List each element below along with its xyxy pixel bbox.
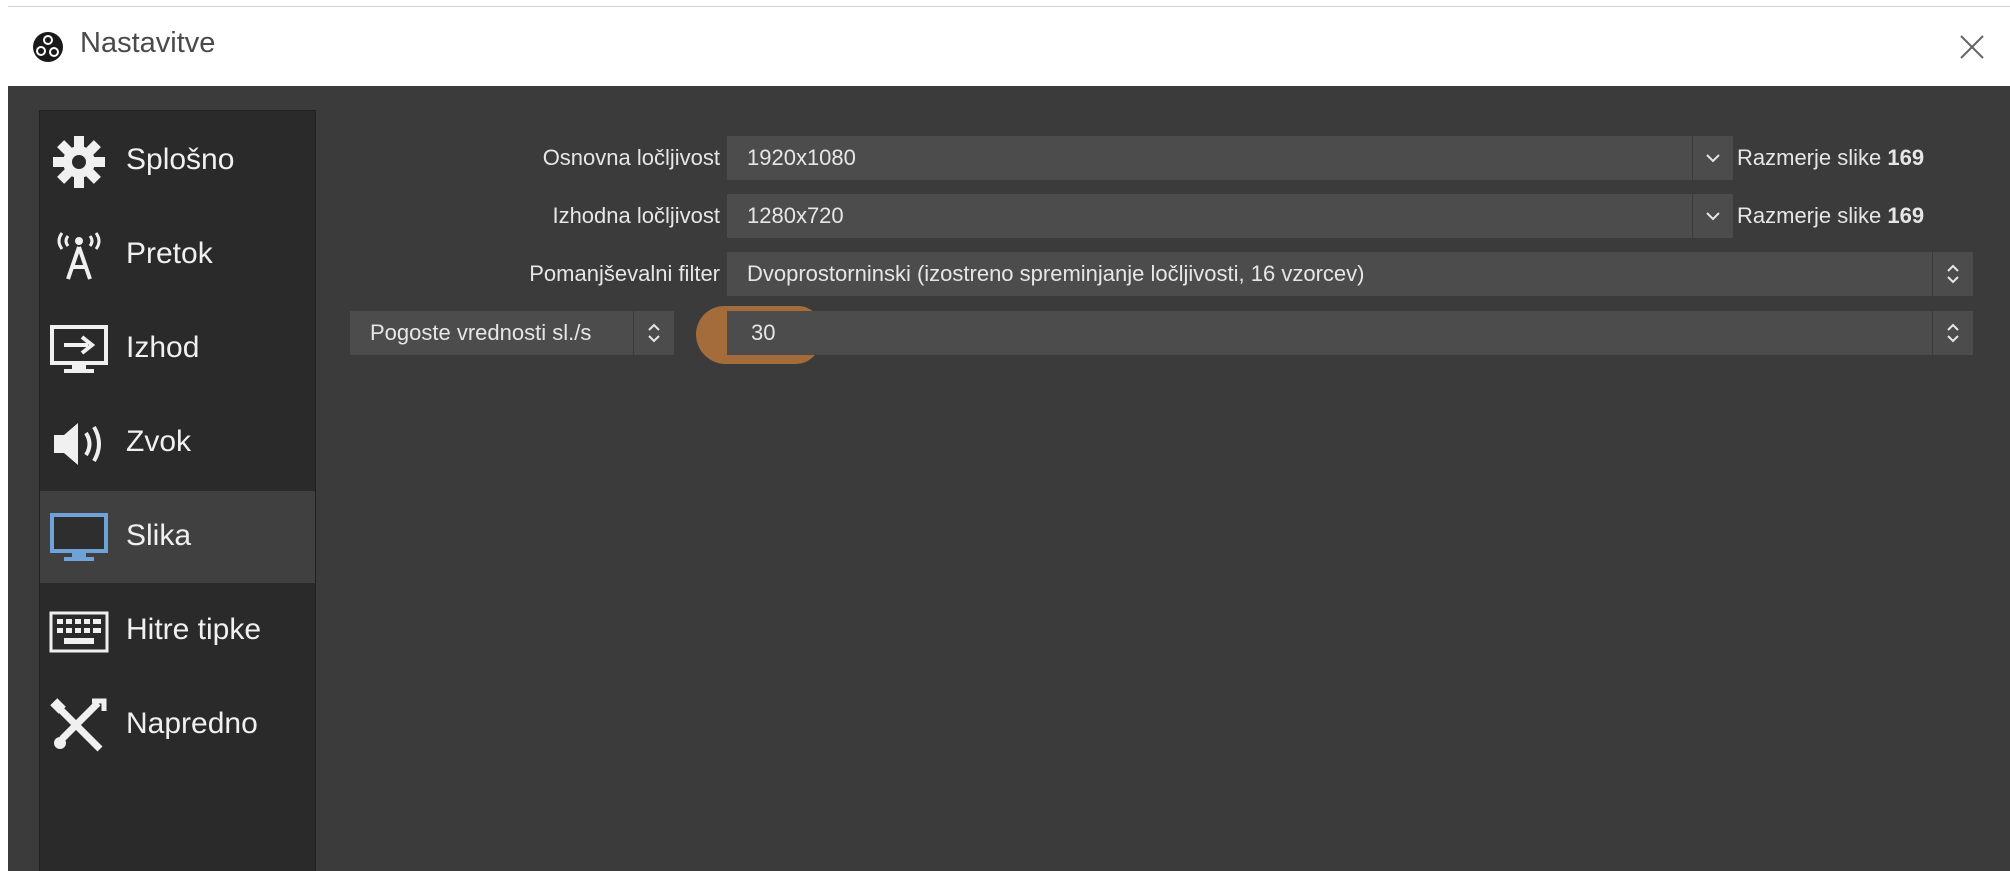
sidebar-item-output[interactable]: Izhod — [40, 303, 315, 395]
aspect-ratio-value: 169 — [1887, 203, 1925, 228]
obs-logo-icon — [33, 32, 63, 62]
sidebar-item-advanced[interactable]: Napredno — [40, 679, 315, 771]
aspect-ratio-label: Razmerje slike — [1737, 145, 1882, 170]
updown-icon — [633, 311, 660, 355]
keyboard-icon — [49, 611, 109, 653]
output-aspect-ratio: Razmerje slike 169 — [1737, 203, 1924, 229]
downscale-filter-value: Dvoprostorninski (izostreno spreminjanje… — [747, 261, 1365, 286]
sidebar-item-label: Napredno — [126, 707, 258, 740]
sidebar-item-general[interactable]: Splošno — [40, 115, 315, 207]
sidebar-item-label: Hitre tipke — [126, 613, 262, 646]
chevron-down-icon — [1692, 136, 1733, 180]
downscale-filter-label: Pomanjševalni filter — [529, 261, 720, 286]
updown-icon — [1932, 311, 1959, 355]
updown-icon — [1932, 252, 1973, 296]
fps-type-value: Pogoste vrednosti sl./s — [370, 320, 592, 345]
output-resolution-combo[interactable]: 1280x720 — [727, 194, 1733, 238]
sidebar-item-label: Slika — [126, 519, 192, 552]
output-resolution-label: Izhodna ločljivost — [552, 203, 720, 228]
tools-icon — [50, 698, 107, 752]
monitor-icon — [50, 513, 108, 561]
downscale-filter-combo[interactable]: Dvoprostorninski (izostreno spreminjanje… — [727, 252, 1973, 296]
base-resolution-combo[interactable]: 1920x1080 — [727, 136, 1733, 180]
output-resolution-value: 1280x720 — [747, 203, 844, 228]
aspect-ratio-label: Razmerje slike — [1737, 203, 1882, 228]
window-edge — [0, 86, 8, 871]
settings-sidebar: Splošno Pretok Izhod Zvok Slika Hitre ti… — [39, 110, 316, 871]
close-icon[interactable] — [1952, 27, 1992, 67]
fps-type-combo[interactable]: Pogoste vrednosti sl./s — [350, 311, 674, 355]
antenna-icon — [57, 232, 101, 280]
sidebar-item-audio[interactable]: Zvok — [40, 397, 315, 489]
fps-value: 30 — [751, 320, 776, 345]
output-monitor-icon — [50, 325, 108, 373]
base-aspect-ratio: Razmerje slike 169 — [1737, 145, 1924, 171]
sidebar-item-label: Zvok — [126, 425, 192, 458]
sidebar-item-video[interactable]: Slika — [40, 491, 315, 583]
sidebar-item-hotkeys[interactable]: Hitre tipke — [40, 585, 315, 677]
aspect-ratio-value: 169 — [1887, 145, 1925, 170]
sidebar-item-label: Pretok — [126, 237, 213, 270]
sidebar-item-stream[interactable]: Pretok — [40, 209, 315, 301]
chevron-down-icon — [1692, 194, 1733, 238]
base-resolution-label: Osnovna ločljivost — [542, 145, 720, 170]
speaker-icon — [54, 423, 101, 465]
window-title: Nastavitve — [80, 27, 216, 59]
base-resolution-value: 1920x1080 — [747, 145, 856, 170]
gear-icon — [53, 136, 105, 188]
title-bar: Nastavitve — [8, 6, 2010, 86]
sidebar-item-label: Splošno — [126, 143, 235, 176]
settings-dialog: Splošno Pretok Izhod Zvok Slika Hitre ti… — [8, 86, 2010, 871]
sidebar-item-label: Izhod — [126, 331, 200, 364]
fps-value-combo[interactable]: 30 — [727, 311, 1973, 355]
